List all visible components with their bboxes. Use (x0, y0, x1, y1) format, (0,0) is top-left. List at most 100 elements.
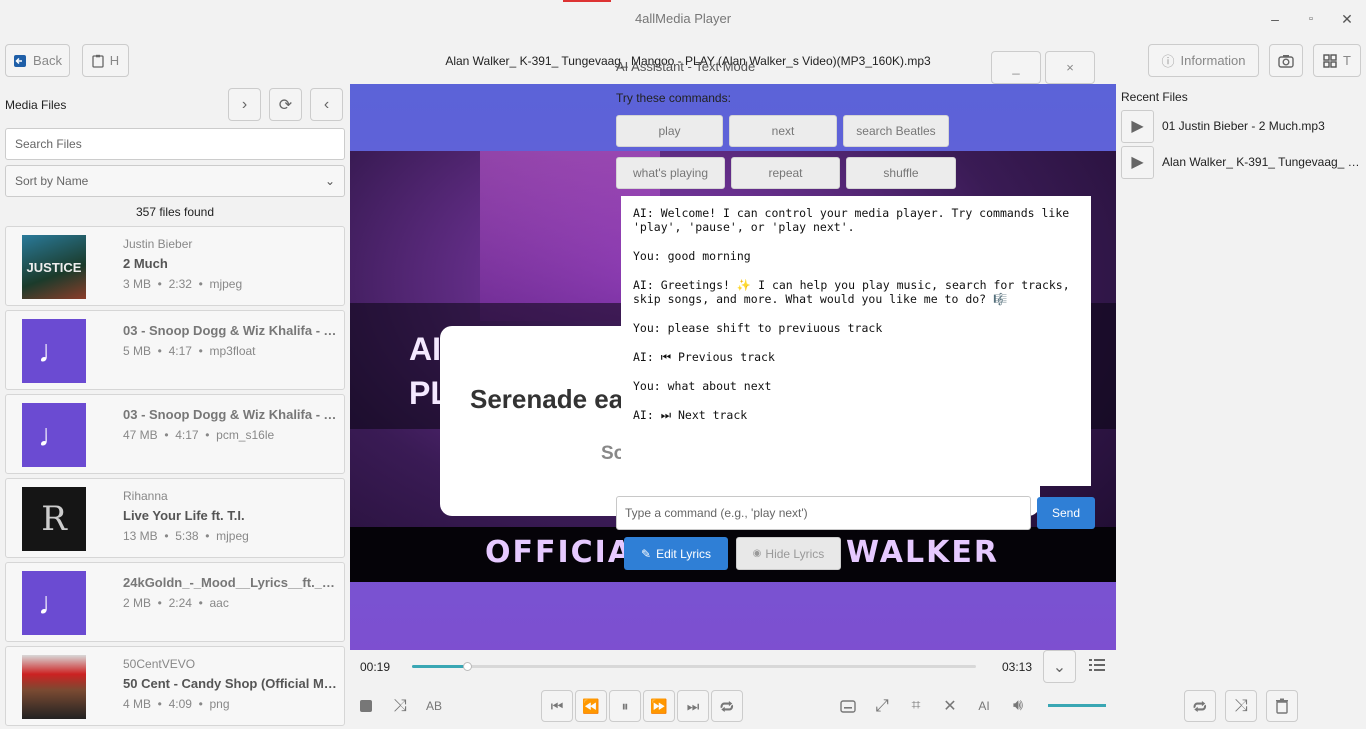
media-item[interactable]: 50CentVEVO 50 Cent - Candy Shop (Officia… (5, 646, 345, 726)
crop-button[interactable]: ⌗ (900, 690, 932, 722)
seek-handle[interactable] (463, 662, 473, 671)
media-item[interactable]: JUSTICE Justin Bieber 2 Much 3 MB • 2:32… (5, 226, 345, 306)
trash-icon (1275, 698, 1289, 714)
command-shuffle-button[interactable]: shuffle (846, 157, 956, 189)
search-input[interactable]: Search Files (5, 128, 345, 160)
album-art-rihanna: R (22, 487, 86, 551)
chevron-right-icon: › (241, 95, 248, 113)
hide-lyrics-button[interactable]: ◉ Hide Lyrics (736, 537, 841, 570)
play-icon: ▶ (1131, 154, 1144, 171)
media-files-heading: Media Files (5, 98, 67, 112)
screenshot-button[interactable] (1269, 44, 1303, 77)
loop-button[interactable]: 🔁︎ (1184, 690, 1216, 722)
media-item-meta: 2 MB • 2:24 • aac (123, 596, 229, 610)
pause-icon: ⏸ (621, 697, 629, 714)
media-item-title: 50 Cent - Candy Shop (Official Music... (123, 676, 338, 691)
fast-forward-button[interactable]: ⏩ (643, 690, 675, 722)
grid-icon (1323, 53, 1337, 68)
collapse-panel-button[interactable]: ‹ (310, 88, 343, 121)
next-button[interactable]: ⏭ (677, 690, 709, 722)
refresh-button[interactable]: ⟳ (269, 88, 302, 121)
window-title: 4allMedia Player (634, 11, 732, 26)
media-item-title: Live Your Life ft. T.I. (123, 508, 245, 523)
media-item-meta: 3 MB • 2:32 • mjpeg (123, 277, 243, 291)
volume-slider[interactable] (1048, 704, 1106, 707)
rewind-button[interactable]: ⏪ (575, 690, 607, 722)
assistant-minimize-button[interactable]: _ (991, 51, 1041, 84)
tools-icon: ✕ (943, 698, 957, 715)
layout-label: T (1343, 53, 1351, 68)
minimize-window-button[interactable]: – (1265, 9, 1285, 29)
shuffle-button[interactable]: ⤨ (384, 690, 416, 722)
command-next-button[interactable]: next (729, 115, 837, 147)
play-recent-button[interactable]: ▶ (1121, 109, 1154, 143)
edit-lyrics-button[interactable]: ✎ Edit Lyrics (624, 537, 728, 570)
title-accent (563, 0, 611, 2)
rewind-icon: ⏪ (582, 697, 600, 714)
maximize-window-button[interactable]: ▫ (1301, 9, 1321, 29)
tools-button[interactable]: ✕ (934, 690, 966, 722)
chat-message: You: please shift to previuous track (633, 321, 883, 335)
delete-button[interactable] (1266, 690, 1298, 722)
recent-file-item[interactable]: ▶ 01 Justin Bieber - 2 Much.mp3 (1121, 109, 1361, 143)
media-item-meta: 47 MB • 4:17 • pcm_s16le (123, 428, 275, 442)
media-item-meta: 4 MB • 4:09 • png (123, 697, 230, 711)
media-item-title: 03 - Snoop Dogg & Wiz Khalifa - You... (123, 407, 338, 422)
information-button[interactable]: ⓘ Information (1148, 44, 1259, 77)
media-item[interactable]: R Rihanna Live Your Life ft. T.I. 13 MB … (5, 478, 345, 558)
command-whats-playing-button[interactable]: what's playing (616, 157, 725, 189)
ai-assistant-button[interactable]: AI (968, 690, 1000, 722)
forward-button[interactable]: › (228, 88, 261, 121)
title-bar: 4allMedia Player – ▫ ✕ (0, 0, 1366, 38)
pause-button[interactable]: ⏸ (609, 690, 641, 722)
command-play-button[interactable]: play (616, 115, 723, 147)
skip-previous-icon: ⏮ (550, 697, 564, 714)
history-button[interactable]: H (82, 44, 129, 77)
recent-file-item[interactable]: ▶ Alan Walker_ K-391_ Tungevaag_ M... (1121, 145, 1361, 179)
media-item[interactable]: ♩ 03 - Snoop Dogg & Wiz Khalifa - You...… (5, 394, 345, 474)
seek-bar[interactable] (412, 662, 976, 671)
total-time: 03:13 (1002, 660, 1033, 674)
play-recent-button[interactable]: ▶ (1121, 145, 1154, 179)
fullscreen-button[interactable]: ⤢ (866, 690, 898, 722)
sort-select[interactable]: Sort by Name ⌄ (5, 165, 345, 197)
chevron-down-icon: ⌄ (324, 174, 335, 188)
skip-next-icon: ⏭ (686, 697, 700, 714)
back-button[interactable]: Back (5, 44, 70, 77)
mute-button[interactable]: 🔊︎ (1002, 690, 1034, 722)
video-caption-right: WALKER (846, 535, 999, 570)
repeat-button[interactable]: 🔁︎ (711, 690, 743, 722)
elapsed-time: 00:19 (360, 660, 391, 674)
playlist-button[interactable] (1088, 656, 1108, 676)
volume-icon: 🔊︎ (1012, 697, 1024, 714)
media-item-meta: 5 MB • 4:17 • mp3float (123, 344, 256, 358)
stop-button[interactable] (350, 690, 382, 722)
fast-forward-icon: ⏩ (650, 697, 668, 714)
command-input[interactable]: Type a command (e.g., 'play next') (616, 496, 1031, 530)
music-note-icon: ♩ (22, 403, 86, 467)
history-label: H (109, 53, 120, 68)
chat-log: AI: Welcome! I can control your media pl… (621, 196, 1091, 486)
assistant-close-button[interactable]: × (1045, 51, 1095, 84)
pencil-icon: ✎ (641, 546, 652, 561)
media-item[interactable]: ♩ 03 - Snoop Dogg & Wiz Khalifa - You...… (5, 310, 345, 390)
chevron-left-icon: ‹ (323, 95, 330, 113)
close-window-button[interactable]: ✕ (1337, 9, 1357, 29)
layout-button[interactable]: T (1313, 44, 1361, 77)
expand-controls-button[interactable]: ⌄ (1043, 650, 1076, 683)
send-button[interactable]: Send (1037, 497, 1095, 529)
chat-message: You: what about next (633, 379, 772, 393)
shuffle-playlist-button[interactable]: ⤨ (1225, 690, 1257, 722)
assistant-hint: Try these commands: (616, 91, 731, 105)
subtitles-button[interactable] (832, 690, 864, 722)
album-art-justice: JUSTICE (22, 235, 86, 299)
recent-file-name: Alan Walker_ K-391_ Tungevaag_ M... (1162, 155, 1360, 169)
command-search-button[interactable]: search Beatles (843, 115, 949, 147)
command-repeat-button[interactable]: repeat (731, 157, 840, 189)
media-item[interactable]: ♩ 24kGoldn_-_Mood__Lyrics__ft._Iann_D...… (5, 562, 345, 642)
music-note-icon: ♩ (22, 319, 86, 383)
previous-button[interactable]: ⏮ (541, 690, 573, 722)
assistant-title: AI Assistant - Text Mode (616, 59, 756, 74)
clipboard-icon (92, 54, 104, 68)
ab-repeat-button[interactable]: AB (418, 690, 450, 722)
